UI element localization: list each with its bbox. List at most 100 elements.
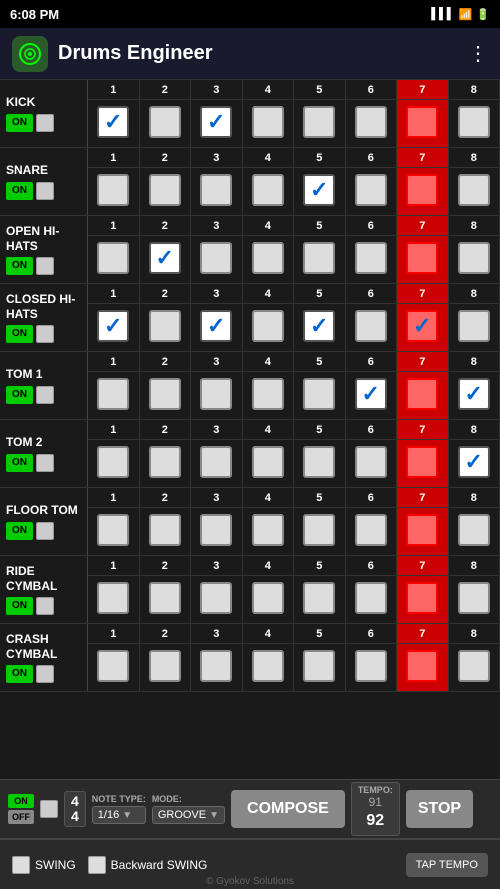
beat-check-1-7[interactable] (458, 174, 490, 206)
beat-check-2-0[interactable] (97, 242, 129, 274)
beat-check-3-2[interactable] (200, 310, 232, 342)
beat-check-4-2[interactable] (200, 378, 232, 410)
beat-check-5-2[interactable] (200, 446, 232, 478)
beat-check-6-6[interactable] (406, 514, 438, 546)
beat-check-0-2[interactable] (200, 106, 232, 138)
on-btn-8[interactable]: ON (6, 665, 33, 683)
beat-check-7-4[interactable] (303, 582, 335, 614)
beat-check-6-1[interactable] (149, 514, 181, 546)
beat-check-7-6[interactable] (406, 582, 438, 614)
drum-toggle-0[interactable] (36, 114, 54, 132)
mode-dropdown[interactable]: GROOVE ▼ (152, 806, 225, 824)
on-btn-6[interactable]: ON (6, 522, 33, 540)
beat-check-1-5[interactable] (355, 174, 387, 206)
on-btn-3[interactable]: ON (6, 325, 33, 343)
beat-check-1-4[interactable] (303, 174, 335, 206)
on-btn-7[interactable]: ON (6, 597, 33, 615)
beat-check-3-1[interactable] (149, 310, 181, 342)
beat-check-8-1[interactable] (149, 650, 181, 682)
beat-check-1-0[interactable] (97, 174, 129, 206)
beat-check-0-5[interactable] (355, 106, 387, 138)
beat-check-5-3[interactable] (252, 446, 284, 478)
beat-check-7-0[interactable] (97, 582, 129, 614)
beat-check-0-6[interactable] (406, 106, 438, 138)
on-btn-2[interactable]: ON (6, 257, 33, 275)
beat-check-6-0[interactable] (97, 514, 129, 546)
beat-check-5-0[interactable] (97, 446, 129, 478)
beat-check-7-1[interactable] (149, 582, 181, 614)
beat-check-8-0[interactable] (97, 650, 129, 682)
beat-check-2-6[interactable] (406, 242, 438, 274)
beat-check-0-1[interactable] (149, 106, 181, 138)
compose-button[interactable]: COMPOSE (231, 790, 345, 828)
beat-check-5-4[interactable] (303, 446, 335, 478)
master-on-button[interactable]: ON (8, 794, 34, 808)
beat-check-7-3[interactable] (252, 582, 284, 614)
beat-check-2-5[interactable] (355, 242, 387, 274)
menu-button[interactable]: ⋮ (468, 41, 488, 66)
drum-toggle-1[interactable] (36, 182, 54, 200)
beat-check-0-7[interactable] (458, 106, 490, 138)
on-btn-1[interactable]: ON (6, 182, 33, 200)
stop-button[interactable]: STOP (406, 790, 473, 828)
beat-check-0-0[interactable] (97, 106, 129, 138)
drum-toggle-2[interactable] (36, 257, 54, 275)
beat-check-1-1[interactable] (149, 174, 181, 206)
beat-check-6-7[interactable] (458, 514, 490, 546)
on-btn-0[interactable]: ON (6, 114, 33, 132)
time-signature[interactable]: 4 4 (64, 791, 86, 828)
beat-check-3-0[interactable] (97, 310, 129, 342)
beat-check-0-4[interactable] (303, 106, 335, 138)
beat-check-8-6[interactable] (406, 650, 438, 682)
beat-check-8-7[interactable] (458, 650, 490, 682)
beat-check-6-5[interactable] (355, 514, 387, 546)
beat-check-2-1[interactable] (149, 242, 181, 274)
master-check[interactable] (40, 800, 58, 818)
swing-checkbox[interactable] (12, 856, 30, 874)
drum-toggle-7[interactable] (36, 597, 54, 615)
on-btn-4[interactable]: ON (6, 386, 33, 404)
backward-swing-checkbox[interactable] (88, 856, 106, 874)
beat-check-2-7[interactable] (458, 242, 490, 274)
backward-swing-option[interactable]: Backward SWING (88, 856, 208, 874)
master-off-button[interactable]: OFF (8, 810, 34, 824)
beat-check-1-2[interactable] (200, 174, 232, 206)
beat-check-1-6[interactable] (406, 174, 438, 206)
beat-check-2-4[interactable] (303, 242, 335, 274)
drum-toggle-3[interactable] (36, 325, 54, 343)
beat-check-5-7[interactable] (458, 446, 490, 478)
beat-check-5-1[interactable] (149, 446, 181, 478)
note-type-dropdown[interactable]: 1/16 ▼ (92, 806, 146, 824)
beat-check-3-3[interactable] (252, 310, 284, 342)
beat-check-3-7[interactable] (458, 310, 490, 342)
tempo-area[interactable]: TEMPO: 91 92 93 (351, 782, 400, 836)
beat-check-3-4[interactable] (303, 310, 335, 342)
beat-check-5-6[interactable] (406, 446, 438, 478)
drum-toggle-8[interactable] (36, 665, 54, 683)
on-btn-5[interactable]: ON (6, 454, 33, 472)
beat-check-8-4[interactable] (303, 650, 335, 682)
beat-check-2-3[interactable] (252, 242, 284, 274)
beat-check-3-5[interactable] (355, 310, 387, 342)
drum-toggle-5[interactable] (36, 454, 54, 472)
beat-check-8-3[interactable] (252, 650, 284, 682)
beat-check-4-5[interactable] (355, 378, 387, 410)
beat-check-8-5[interactable] (355, 650, 387, 682)
beat-check-4-0[interactable] (97, 378, 129, 410)
beat-check-6-3[interactable] (252, 514, 284, 546)
tap-tempo-button[interactable]: TAP TEMPO (406, 853, 488, 877)
beat-check-0-3[interactable] (252, 106, 284, 138)
beat-check-6-4[interactable] (303, 514, 335, 546)
beat-check-5-5[interactable] (355, 446, 387, 478)
beat-check-4-6[interactable] (406, 378, 438, 410)
beat-check-7-7[interactable] (458, 582, 490, 614)
beat-check-6-2[interactable] (200, 514, 232, 546)
beat-check-8-2[interactable] (200, 650, 232, 682)
beat-check-7-2[interactable] (200, 582, 232, 614)
beat-check-4-7[interactable] (458, 378, 490, 410)
beat-check-4-3[interactable] (252, 378, 284, 410)
beat-check-4-4[interactable] (303, 378, 335, 410)
drum-toggle-4[interactable] (36, 386, 54, 404)
beat-check-3-6[interactable] (406, 310, 438, 342)
drum-toggle-6[interactable] (36, 522, 54, 540)
